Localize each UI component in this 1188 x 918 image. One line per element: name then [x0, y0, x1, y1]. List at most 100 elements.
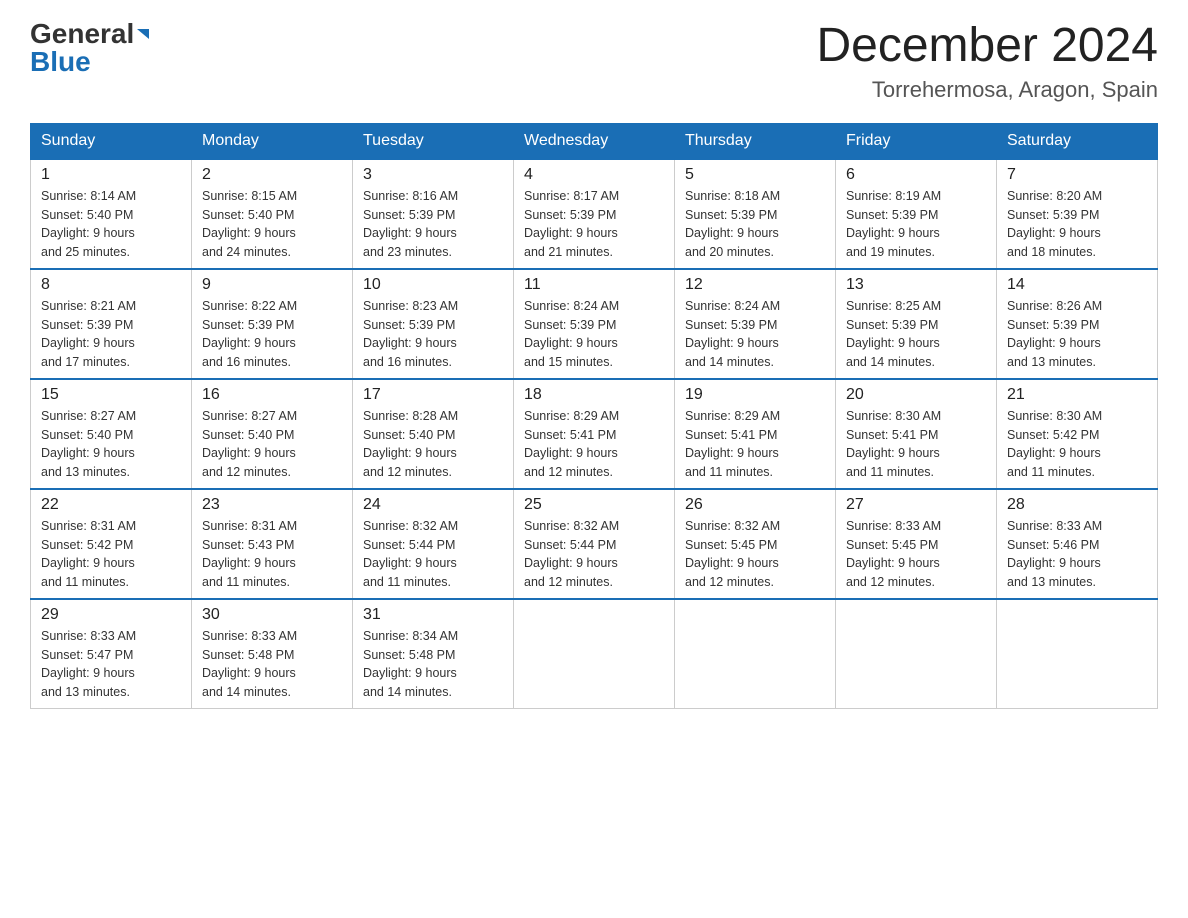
day-number: 4 — [524, 166, 664, 184]
day-number: 28 — [1007, 496, 1147, 514]
calendar-cell: 19 Sunrise: 8:29 AMSunset: 5:41 PMDaylig… — [675, 379, 836, 489]
day-info: Sunrise: 8:16 AMSunset: 5:39 PMDaylight:… — [363, 189, 458, 259]
calendar-cell: 24 Sunrise: 8:32 AMSunset: 5:44 PMDaylig… — [353, 489, 514, 599]
day-number: 6 — [846, 166, 986, 184]
day-number: 10 — [363, 276, 503, 294]
day-info: Sunrise: 8:33 AMSunset: 5:45 PMDaylight:… — [846, 519, 941, 589]
day-info: Sunrise: 8:23 AMSunset: 5:39 PMDaylight:… — [363, 299, 458, 369]
month-title: December 2024 — [816, 20, 1158, 73]
day-number: 24 — [363, 496, 503, 514]
calendar-cell: 31 Sunrise: 8:34 AMSunset: 5:48 PMDaylig… — [353, 599, 514, 709]
calendar-cell: 21 Sunrise: 8:30 AMSunset: 5:42 PMDaylig… — [997, 379, 1158, 489]
calendar-cell: 15 Sunrise: 8:27 AMSunset: 5:40 PMDaylig… — [31, 379, 192, 489]
day-info: Sunrise: 8:34 AMSunset: 5:48 PMDaylight:… — [363, 629, 458, 699]
calendar-cell: 5 Sunrise: 8:18 AMSunset: 5:39 PMDayligh… — [675, 159, 836, 269]
week-row-1: 1 Sunrise: 8:14 AMSunset: 5:40 PMDayligh… — [31, 159, 1158, 269]
title-block: December 2024 Torrehermosa, Aragon, Spai… — [816, 20, 1158, 103]
calendar-cell: 25 Sunrise: 8:32 AMSunset: 5:44 PMDaylig… — [514, 489, 675, 599]
day-number: 16 — [202, 386, 342, 404]
calendar-cell: 26 Sunrise: 8:32 AMSunset: 5:45 PMDaylig… — [675, 489, 836, 599]
calendar-cell — [675, 599, 836, 709]
day-info: Sunrise: 8:27 AMSunset: 5:40 PMDaylight:… — [41, 409, 136, 479]
calendar-cell: 8 Sunrise: 8:21 AMSunset: 5:39 PMDayligh… — [31, 269, 192, 379]
calendar-cell: 2 Sunrise: 8:15 AMSunset: 5:40 PMDayligh… — [192, 159, 353, 269]
calendar-cell: 10 Sunrise: 8:23 AMSunset: 5:39 PMDaylig… — [353, 269, 514, 379]
calendar-cell: 22 Sunrise: 8:31 AMSunset: 5:42 PMDaylig… — [31, 489, 192, 599]
logo: General Blue — [30, 20, 149, 76]
day-info: Sunrise: 8:29 AMSunset: 5:41 PMDaylight:… — [685, 409, 780, 479]
day-number: 13 — [846, 276, 986, 294]
day-number: 19 — [685, 386, 825, 404]
weekday-header-tuesday: Tuesday — [353, 123, 514, 159]
day-number: 20 — [846, 386, 986, 404]
calendar-cell — [836, 599, 997, 709]
calendar-cell: 30 Sunrise: 8:33 AMSunset: 5:48 PMDaylig… — [192, 599, 353, 709]
weekday-header-sunday: Sunday — [31, 123, 192, 159]
day-info: Sunrise: 8:32 AMSunset: 5:45 PMDaylight:… — [685, 519, 780, 589]
day-number: 25 — [524, 496, 664, 514]
calendar-cell: 17 Sunrise: 8:28 AMSunset: 5:40 PMDaylig… — [353, 379, 514, 489]
calendar-cell: 11 Sunrise: 8:24 AMSunset: 5:39 PMDaylig… — [514, 269, 675, 379]
location-subtitle: Torrehermosa, Aragon, Spain — [816, 77, 1158, 103]
weekday-header-saturday: Saturday — [997, 123, 1158, 159]
day-number: 1 — [41, 166, 181, 184]
day-info: Sunrise: 8:24 AMSunset: 5:39 PMDaylight:… — [685, 299, 780, 369]
day-info: Sunrise: 8:24 AMSunset: 5:39 PMDaylight:… — [524, 299, 619, 369]
calendar-cell: 27 Sunrise: 8:33 AMSunset: 5:45 PMDaylig… — [836, 489, 997, 599]
day-number: 21 — [1007, 386, 1147, 404]
day-number: 22 — [41, 496, 181, 514]
day-info: Sunrise: 8:28 AMSunset: 5:40 PMDaylight:… — [363, 409, 458, 479]
day-info: Sunrise: 8:33 AMSunset: 5:46 PMDaylight:… — [1007, 519, 1102, 589]
weekday-header-thursday: Thursday — [675, 123, 836, 159]
day-number: 7 — [1007, 166, 1147, 184]
day-info: Sunrise: 8:15 AMSunset: 5:40 PMDaylight:… — [202, 189, 297, 259]
day-info: Sunrise: 8:20 AMSunset: 5:39 PMDaylight:… — [1007, 189, 1102, 259]
day-info: Sunrise: 8:30 AMSunset: 5:42 PMDaylight:… — [1007, 409, 1102, 479]
day-number: 30 — [202, 606, 342, 624]
day-info: Sunrise: 8:32 AMSunset: 5:44 PMDaylight:… — [524, 519, 619, 589]
day-info: Sunrise: 8:29 AMSunset: 5:41 PMDaylight:… — [524, 409, 619, 479]
day-number: 29 — [41, 606, 181, 624]
day-info: Sunrise: 8:18 AMSunset: 5:39 PMDaylight:… — [685, 189, 780, 259]
week-row-2: 8 Sunrise: 8:21 AMSunset: 5:39 PMDayligh… — [31, 269, 1158, 379]
day-info: Sunrise: 8:27 AMSunset: 5:40 PMDaylight:… — [202, 409, 297, 479]
week-row-5: 29 Sunrise: 8:33 AMSunset: 5:47 PMDaylig… — [31, 599, 1158, 709]
day-number: 9 — [202, 276, 342, 294]
day-number: 11 — [524, 276, 664, 294]
day-number: 8 — [41, 276, 181, 294]
day-number: 31 — [363, 606, 503, 624]
day-info: Sunrise: 8:14 AMSunset: 5:40 PMDaylight:… — [41, 189, 136, 259]
calendar-cell: 18 Sunrise: 8:29 AMSunset: 5:41 PMDaylig… — [514, 379, 675, 489]
calendar-cell: 1 Sunrise: 8:14 AMSunset: 5:40 PMDayligh… — [31, 159, 192, 269]
day-info: Sunrise: 8:31 AMSunset: 5:43 PMDaylight:… — [202, 519, 297, 589]
calendar-cell: 14 Sunrise: 8:26 AMSunset: 5:39 PMDaylig… — [997, 269, 1158, 379]
day-info: Sunrise: 8:30 AMSunset: 5:41 PMDaylight:… — [846, 409, 941, 479]
day-info: Sunrise: 8:32 AMSunset: 5:44 PMDaylight:… — [363, 519, 458, 589]
day-number: 26 — [685, 496, 825, 514]
calendar-cell: 20 Sunrise: 8:30 AMSunset: 5:41 PMDaylig… — [836, 379, 997, 489]
day-info: Sunrise: 8:17 AMSunset: 5:39 PMDaylight:… — [524, 189, 619, 259]
day-number: 23 — [202, 496, 342, 514]
day-info: Sunrise: 8:33 AMSunset: 5:47 PMDaylight:… — [41, 629, 136, 699]
day-number: 14 — [1007, 276, 1147, 294]
calendar-table: SundayMondayTuesdayWednesdayThursdayFrid… — [30, 123, 1158, 710]
calendar-cell: 9 Sunrise: 8:22 AMSunset: 5:39 PMDayligh… — [192, 269, 353, 379]
calendar-cell — [997, 599, 1158, 709]
weekday-header-monday: Monday — [192, 123, 353, 159]
day-info: Sunrise: 8:19 AMSunset: 5:39 PMDaylight:… — [846, 189, 941, 259]
week-row-3: 15 Sunrise: 8:27 AMSunset: 5:40 PMDaylig… — [31, 379, 1158, 489]
calendar-cell: 3 Sunrise: 8:16 AMSunset: 5:39 PMDayligh… — [353, 159, 514, 269]
day-number: 12 — [685, 276, 825, 294]
page-header: General Blue December 2024 Torrehermosa,… — [30, 20, 1158, 103]
calendar-cell: 12 Sunrise: 8:24 AMSunset: 5:39 PMDaylig… — [675, 269, 836, 379]
weekday-header-friday: Friday — [836, 123, 997, 159]
day-number: 2 — [202, 166, 342, 184]
calendar-cell: 4 Sunrise: 8:17 AMSunset: 5:39 PMDayligh… — [514, 159, 675, 269]
day-number: 27 — [846, 496, 986, 514]
logo-general: General — [30, 20, 134, 48]
calendar-cell: 28 Sunrise: 8:33 AMSunset: 5:46 PMDaylig… — [997, 489, 1158, 599]
weekday-header-wednesday: Wednesday — [514, 123, 675, 159]
day-info: Sunrise: 8:26 AMSunset: 5:39 PMDaylight:… — [1007, 299, 1102, 369]
day-number: 17 — [363, 386, 503, 404]
calendar-cell: 13 Sunrise: 8:25 AMSunset: 5:39 PMDaylig… — [836, 269, 997, 379]
